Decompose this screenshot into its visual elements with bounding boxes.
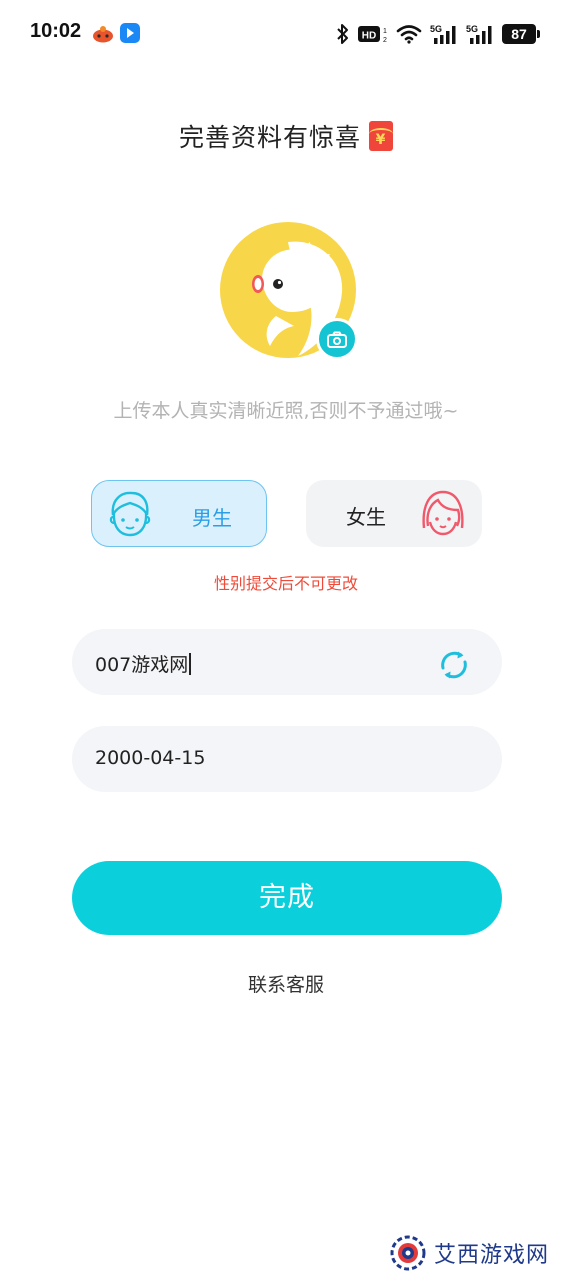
nickname-value: 007游戏网 [95,654,189,676]
svg-text:5G: 5G [466,24,478,34]
nickname-field[interactable]: 007游戏网 [72,629,502,695]
girl-face-icon [422,490,464,536]
svg-text:1: 1 [383,28,387,35]
gender-male-label: 男生 [192,506,232,530]
birthday-value: 2000-04-15 [95,747,206,769]
game-app-icon [93,26,113,43]
page-title: 完善资料有惊喜 [178,123,361,152]
svg-text:HD: HD [362,31,376,42]
red-envelope-icon: ¥ [369,121,393,151]
gender-warning: 性别提交后不可更改 [213,574,358,593]
bluetooth-icon [337,24,348,44]
svg-text:5G: 5G [430,24,442,34]
battery-indicator: 87 [502,24,540,44]
upload-hint: 上传本人真实清晰近照,否则不予通过哦~ [113,400,459,422]
status-bar: 10:02 HD 1 2 5G 5G 87 [0,0,572,70]
5g-signal-icon: 5G [430,24,456,44]
watermark-text: 艾西游戏网 [434,1243,550,1268]
hd-icon: HD 1 2 [358,26,387,44]
refresh-nickname-icon[interactable] [437,648,471,682]
watermark-logo-icon [390,1235,426,1271]
contact-support-link[interactable]: 联系客服 [0,970,572,997]
boy-face-icon [109,491,151,537]
status-time: 10:02 [30,20,82,42]
gender-female-option[interactable]: 女生 [306,480,482,547]
page-title-row: 完善资料有惊喜 ¥ [0,118,572,154]
birthday-field[interactable]: 2000-04-15 [72,726,502,792]
gender-male-option[interactable]: 男生 [91,480,267,547]
camera-icon [327,331,347,348]
watermark: 艾西游戏网 [388,1234,568,1272]
wifi-icon [396,25,422,44]
status-indicators: HD 1 2 5G 5G 87 [336,22,540,46]
svg-text:2: 2 [383,37,387,44]
submit-button[interactable]: 完成 [72,861,502,935]
play-app-icon [120,23,140,43]
5g-signal-icon: 5G [466,24,492,44]
nickname-input[interactable]: 007游戏网 [95,650,191,677]
text-caret [189,653,191,675]
camera-button[interactable] [316,318,358,360]
gender-female-label: 女生 [346,505,386,529]
